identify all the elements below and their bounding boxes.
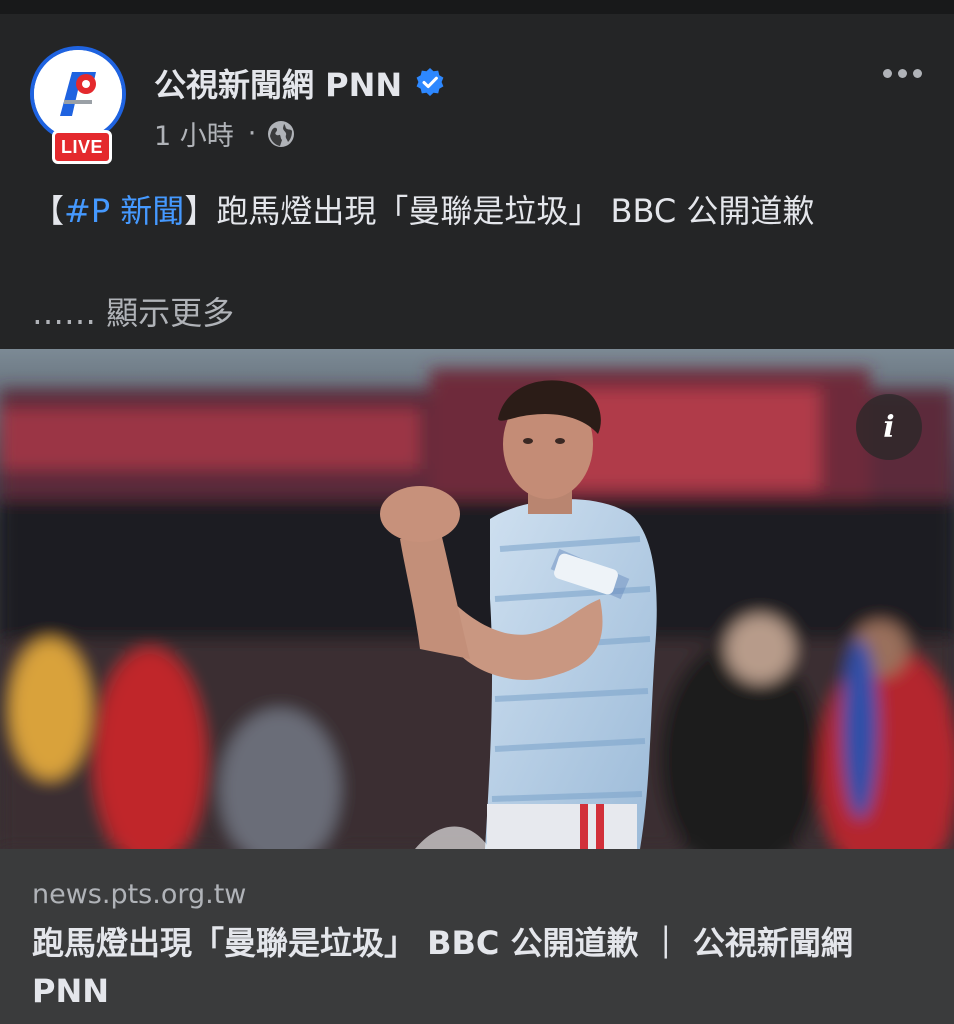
article-photo[interactable] bbox=[0, 349, 954, 849]
globe-icon[interactable] bbox=[266, 119, 296, 149]
see-more: …… 顯示更多 bbox=[32, 288, 234, 334]
link-domain: news.pts.org.tw bbox=[32, 879, 247, 910]
page-name[interactable]: 公視新聞網 PNN bbox=[154, 60, 446, 106]
facebook-post: LIVE 公視新聞網 PNN 1 小時 · 【#P 新聞】跑馬燈出現「曼聯是垃圾… bbox=[0, 14, 954, 1024]
more-dot bbox=[912, 68, 922, 78]
info-icon[interactable]: i bbox=[856, 394, 922, 460]
post-text: 【#P 新聞】跑馬燈出現「曼聯是垃圾」 BBC 公開道歉 bbox=[32, 184, 922, 238]
ellipsis: …… bbox=[32, 294, 96, 332]
stadium-background bbox=[0, 369, 954, 849]
verified-badge-icon bbox=[414, 67, 446, 99]
page-avatar[interactable]: LIVE bbox=[30, 46, 134, 164]
hashtag-link[interactable]: #P 新聞 bbox=[64, 192, 184, 230]
live-badge: LIVE bbox=[52, 130, 112, 164]
page-name-text[interactable]: 公視新聞網 PNN bbox=[154, 60, 402, 106]
link-preview[interactable]: news.pts.org.tw 跑馬燈出現「曼聯是垃圾」 BBC 公開道歉 ｜ … bbox=[0, 849, 954, 1024]
link-title[interactable]: 跑馬燈出現「曼聯是垃圾」 BBC 公開道歉 ｜ 公視新聞網 PNN bbox=[32, 919, 932, 1015]
info-glyph: i bbox=[883, 409, 895, 445]
more-dot bbox=[897, 68, 907, 78]
post-time[interactable]: 1 小時 bbox=[154, 114, 234, 153]
status-strip bbox=[0, 0, 954, 14]
post-meta: 1 小時 · bbox=[154, 114, 296, 153]
meta-separator: · bbox=[247, 118, 257, 149]
see-more-button[interactable]: 顯示更多 bbox=[106, 294, 234, 332]
more-dot bbox=[882, 68, 892, 78]
more-options-icon[interactable] bbox=[872, 58, 932, 88]
post-text-body: 】跑馬燈出現「曼聯是垃圾」 BBC 公開道歉 bbox=[184, 192, 815, 230]
bracket-open: 【 bbox=[32, 192, 65, 230]
pnn-logo bbox=[30, 46, 126, 142]
